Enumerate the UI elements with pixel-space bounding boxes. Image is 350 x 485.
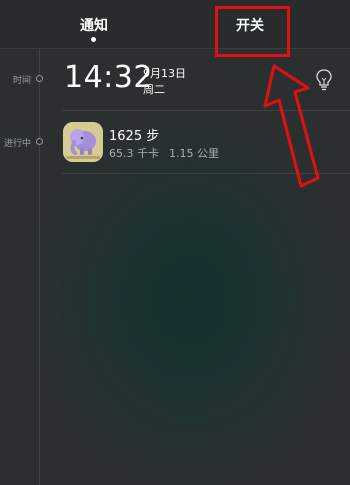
timeline-label-time: 时间 <box>12 76 31 86</box>
timeline-node-time <box>36 75 43 82</box>
activity-stats: 65.3 千卡 1.15 公里 <box>109 145 219 161</box>
timeline-line <box>39 49 40 485</box>
app-elephant-icon[interactable] <box>63 122 103 162</box>
calories-value: 65.3 千卡 <box>109 147 159 160</box>
step-count: 1625 步 <box>109 129 160 144</box>
tab-bar <box>0 0 350 48</box>
distance-value: 1.15 公里 <box>169 147 219 160</box>
tab-bar-divider <box>0 48 350 49</box>
annotation-highlight-box <box>215 6 290 57</box>
clock-weekday: 周二 <box>143 83 165 96</box>
annotation-arrow <box>263 64 320 188</box>
timeline-label-running: 进行中 <box>3 139 31 149</box>
active-tab-indicator <box>91 37 96 42</box>
clock-date: 9月13日 <box>143 67 186 80</box>
clock-time: 14:32 <box>64 60 153 95</box>
tab-notifications[interactable]: 通知 <box>78 15 110 35</box>
timeline-node-running <box>36 138 43 145</box>
